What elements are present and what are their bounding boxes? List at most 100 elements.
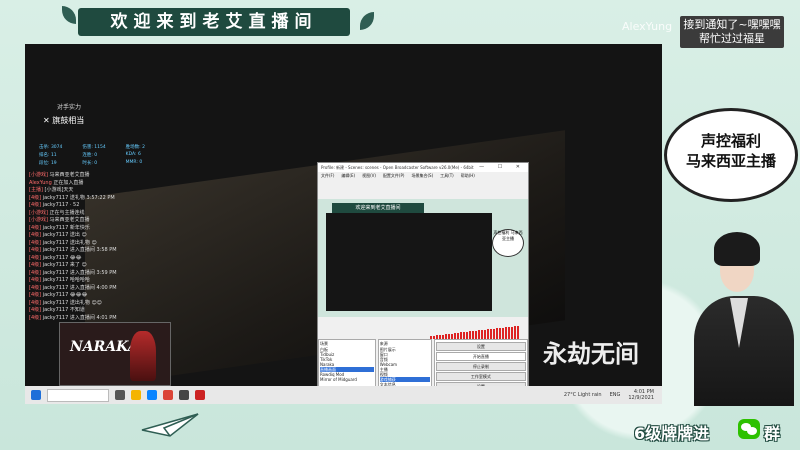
meter-bar bbox=[463, 332, 465, 339]
chat-name: [4级] bbox=[29, 224, 43, 231]
streamer-watermark: AlexYung bbox=[622, 20, 673, 33]
meter-bar bbox=[502, 328, 504, 339]
overlay-title-small: 对手实力 bbox=[57, 104, 82, 111]
explorer-icon[interactable] bbox=[131, 390, 141, 400]
scene-item[interactable]: Mirror of Midguard bbox=[320, 377, 374, 382]
meter-bar bbox=[517, 326, 519, 339]
obs-window[interactable]: Profile: 新建 - Scenes: scenes - Open Broa… bbox=[317, 162, 568, 400]
meter-bar bbox=[496, 328, 498, 339]
stat-item: 伤害: 1154 bbox=[82, 145, 106, 150]
chat-name: [主播] bbox=[29, 187, 45, 193]
chat-name: [小游戏] bbox=[29, 209, 50, 216]
chrome-icon[interactable] bbox=[163, 390, 173, 400]
bubble-line-1: 声控福利 bbox=[700, 132, 761, 150]
stat-item: 连胜: 0 bbox=[82, 153, 98, 158]
chat-text: 马来西亚老艾直播 bbox=[49, 217, 90, 223]
chat-name: [4级] bbox=[29, 194, 43, 201]
chat-text: jacky7117 新年快乐 bbox=[42, 224, 90, 231]
chat-line: [小游戏] 正在与主播连线 bbox=[29, 210, 189, 218]
chat-line: [4级] jacky7117 不知道 bbox=[29, 307, 189, 315]
chat-name: [小游戏] bbox=[29, 172, 50, 178]
chat-name: [4级] bbox=[29, 307, 43, 313]
chat-line: [4级] jacky7117 😂😂😂 bbox=[29, 292, 189, 300]
meter-bar bbox=[469, 331, 471, 339]
host-hair bbox=[714, 232, 760, 266]
preview-banner: 欢迎来到老艾直播间 bbox=[332, 203, 424, 213]
menu-item[interactable]: 视图(V) bbox=[362, 172, 376, 179]
window-controls[interactable]: — ☐ ✕ bbox=[479, 163, 526, 172]
stat-item: 时长: 0 bbox=[82, 161, 98, 166]
sign-line-1: 接到通知了~嘿嘿嘿 bbox=[683, 18, 781, 31]
chat-line: [4级] jacky7117 😂😂 bbox=[29, 255, 189, 263]
chat-line: [4级] jacky7117 来了 😊 bbox=[29, 262, 189, 270]
chat-text: jacky7117 😂😂😂 bbox=[42, 292, 88, 298]
stat-item: 段位: 19 bbox=[39, 161, 57, 166]
language-indicator[interactable]: ENG bbox=[610, 392, 621, 398]
chat-line: [4级] jacky7117 进入直播间 4:00 PM bbox=[29, 285, 189, 293]
chat-line: [小游戏] 马来西亚老艾直播 bbox=[29, 172, 189, 180]
menu-item[interactable]: 工具(T) bbox=[440, 172, 454, 179]
menu-item[interactable]: 场景集合(S) bbox=[411, 172, 433, 179]
system-tray: 27°C Light rain ENG 4:01 PM 12/9/2021 bbox=[564, 389, 662, 401]
menu-item[interactable]: 文件(F) bbox=[321, 172, 334, 179]
obs-preview: 欢迎来到老艾直播间 声控福利 马来西亚主播 bbox=[318, 199, 528, 317]
weather-text[interactable]: 27°C Light rain bbox=[564, 392, 602, 398]
search-box[interactable] bbox=[47, 388, 109, 402]
chat-line: [4级] jacky7117 送礼物 3:57:22 PM bbox=[29, 195, 189, 203]
chat-text: [小游戏]天天 bbox=[44, 187, 74, 193]
chat-text: 正在加入直播 bbox=[53, 179, 84, 186]
chat-text: jacky7117 来了 😊 bbox=[42, 262, 87, 268]
chat-text: jacky7117 送出礼物 😊😊 bbox=[42, 299, 102, 306]
stats-grid: 击杀: 3074 伤害: 1154 胜场数: 2 排名: 11 连胜: 0 KDA: 6 段… bbox=[39, 144, 169, 166]
stat-item: 胜场数: 2 bbox=[125, 145, 145, 150]
taskview-icon[interactable] bbox=[115, 390, 125, 400]
chat-text: jacky7117 送出 😊 bbox=[42, 232, 87, 238]
paper-plane-icon bbox=[141, 413, 199, 437]
wechat-icon bbox=[738, 419, 760, 439]
meter-bar bbox=[487, 329, 489, 339]
edge-icon[interactable] bbox=[147, 390, 157, 400]
chat-text: jacky7117 进入直播间 3:58 PM bbox=[42, 247, 117, 253]
meter-bar bbox=[493, 329, 495, 339]
control-button[interactable]: 工作室模式 bbox=[435, 372, 526, 381]
chat-text: jacky7117 送礼物 3:57:22 PM bbox=[42, 194, 115, 201]
chat-line: AlexYung 正在加入直播 bbox=[29, 180, 189, 188]
game-logo: NARAKA bbox=[70, 339, 139, 355]
chat-text: jacky7117 · 52 bbox=[42, 202, 80, 208]
control-button[interactable]: 设置 bbox=[435, 342, 526, 351]
stream-screen: 对手实力 ✕ 旗鼓相当 击杀: 3074 伤害: 1154 胜场数: 2 排名: 11… bbox=[25, 44, 662, 404]
audio-meters bbox=[430, 325, 528, 339]
chat-line: [4级] jacky7117 进入直播间 3:59 PM bbox=[29, 270, 189, 278]
meter-bar bbox=[484, 330, 486, 339]
chat-line: [小游戏] 马来西亚老艾直播 bbox=[29, 217, 189, 225]
clock[interactable]: 4:01 PM 12/9/2021 bbox=[628, 389, 654, 401]
meter-bar bbox=[490, 329, 492, 339]
speech-bubble: 声控福利 马来西亚主播 bbox=[664, 108, 798, 202]
chat-text: 正在与主播连线 bbox=[49, 209, 85, 216]
menu-item[interactable]: 帮助(H) bbox=[461, 172, 475, 179]
app-icon[interactable] bbox=[195, 390, 205, 400]
chat-text: jacky7117 哈哈哈哈 bbox=[42, 277, 90, 283]
stat-item: KDA: 6 bbox=[125, 152, 141, 157]
preview-screen bbox=[326, 213, 492, 311]
chat-text: jacky7117 进入直播间 4:00 PM bbox=[42, 284, 117, 291]
meter-bar bbox=[514, 326, 516, 339]
chat-name: [4级] bbox=[29, 314, 43, 321]
chat-name: [4级] bbox=[29, 232, 43, 238]
obs-title-bar[interactable]: Profile: 新建 - Scenes: scenes - Open Broa… bbox=[318, 163, 528, 172]
chat-line: [4级] jacky7117 进入直播间 4:01 PM bbox=[29, 315, 189, 323]
stat-item: 排名: 11 bbox=[39, 153, 57, 158]
preview-sign: 声控福利 马来西亚主播 bbox=[492, 229, 524, 257]
meter-bar bbox=[505, 327, 507, 339]
sign-line-2: 帮忙过过福星 bbox=[699, 32, 765, 45]
chat-line: [4级] jacky7117 送出礼物 😊 bbox=[29, 240, 189, 248]
control-button[interactable]: 开始直播 bbox=[435, 352, 526, 361]
menu-item[interactable]: 配置文件(P) bbox=[383, 172, 405, 179]
start-icon[interactable] bbox=[31, 390, 41, 400]
obs-icon[interactable] bbox=[179, 390, 189, 400]
menu-item[interactable]: 编辑(E) bbox=[341, 172, 355, 179]
obs-title: Profile: 新建 - Scenes: scenes - Open Broa… bbox=[321, 165, 474, 170]
date-text: 12/9/2021 bbox=[628, 395, 654, 401]
bubble-line-2: 马来西亚主播 bbox=[685, 152, 776, 170]
control-button[interactable]: 停止录制 bbox=[435, 362, 526, 371]
